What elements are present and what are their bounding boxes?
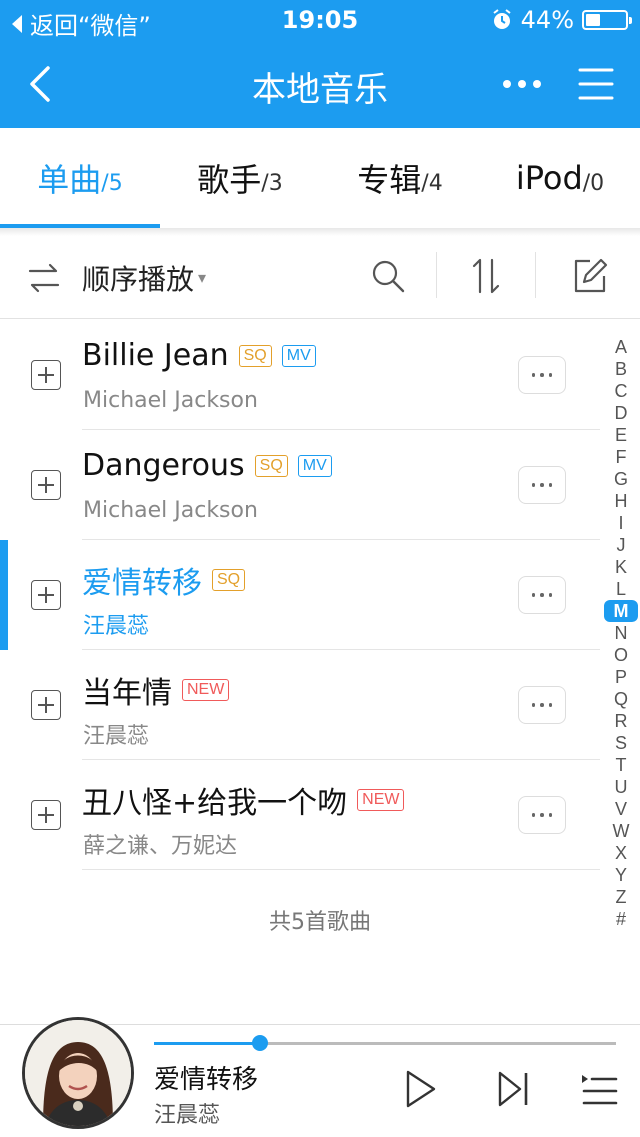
sq-badge: SQ: [254, 454, 288, 477]
song-title: Billie Jean: [82, 338, 229, 373]
index-letter-k[interactable]: K: [604, 556, 638, 578]
mv-badge[interactable]: MV: [297, 454, 332, 477]
index-letter-i[interactable]: I: [604, 512, 638, 534]
next-icon[interactable]: [494, 1069, 534, 1109]
song-title: 当年情: [82, 676, 172, 711]
index-letter-d[interactable]: D: [604, 402, 638, 424]
index-letter-r[interactable]: R: [604, 710, 638, 732]
alarm-icon: [493, 9, 511, 29]
add-icon[interactable]: [31, 360, 61, 390]
add-icon[interactable]: [31, 580, 61, 610]
index-letter-u[interactable]: U: [604, 776, 638, 798]
battery-icon: [582, 10, 632, 30]
tab-bar: 单曲/5 歌手/3 专辑/4 iPod/0: [0, 128, 640, 228]
album-avatar[interactable]: [22, 1017, 134, 1129]
index-letter-q[interactable]: Q: [604, 688, 638, 710]
index-letter-n[interactable]: N: [604, 622, 638, 644]
tab-artists[interactable]: 歌手/3: [160, 128, 320, 228]
tab-ipod[interactable]: iPod/0: [480, 128, 640, 228]
song-artist: 汪晨蕊: [83, 724, 150, 749]
index-letter-b[interactable]: B: [604, 358, 638, 380]
index-letter-p[interactable]: P: [604, 666, 638, 688]
tab-count: /5: [101, 170, 123, 196]
song-artist: Michael Jackson: [83, 388, 258, 413]
song-count-label: 共5首歌曲: [269, 910, 371, 935]
list-toolbar: 顺序播放 ▾: [0, 236, 640, 319]
tab-label: 歌手: [197, 161, 262, 199]
tab-count: /3: [261, 170, 283, 196]
playlist-icon[interactable]: [580, 1069, 620, 1109]
song-row-billie-jean[interactable]: Billie Jean SQ MV Michael Jackson: [0, 320, 600, 430]
index-letter-w[interactable]: W: [604, 820, 638, 842]
tab-label: 单曲: [37, 161, 102, 199]
index-letter-y[interactable]: Y: [604, 864, 638, 886]
index-letter-f[interactable]: F: [604, 446, 638, 468]
play-mode-label[interactable]: 顺序播放: [82, 258, 194, 298]
mini-player[interactable]: 爱情转移 汪晨蕊: [0, 1017, 640, 1137]
battery-percentage: 44%: [520, 6, 574, 34]
index-letter-m[interactable]: M: [604, 600, 638, 622]
sort-icon[interactable]: [466, 256, 506, 296]
song-row-choubaguai[interactable]: 丑八怪+给我一个吻 NEW 薛之谦、万妮达: [0, 760, 600, 870]
tab-albums[interactable]: 专辑/4: [320, 128, 480, 228]
tab-count: /0: [582, 170, 605, 196]
song-row-dangnian-qing[interactable]: 当年情 NEW 汪晨蕊: [0, 650, 600, 760]
song-title: Dangerous: [82, 448, 245, 483]
song-artist: Michael Jackson: [83, 498, 258, 523]
add-icon[interactable]: [31, 470, 61, 500]
song-artist: 汪晨蕊: [83, 614, 150, 639]
progress-knob[interactable]: [252, 1035, 269, 1051]
nav-bar: 本地音乐: [0, 40, 640, 128]
add-icon[interactable]: [31, 800, 61, 830]
play-icon[interactable]: [400, 1069, 440, 1109]
index-letter-h[interactable]: H: [604, 490, 638, 512]
tab-label: iPod: [515, 159, 583, 197]
song-row-dangerous[interactable]: Dangerous SQ MV Michael Jackson: [0, 430, 600, 540]
more-dots-icon[interactable]: [498, 64, 546, 104]
alphabet-index[interactable]: A B C D E F G H I J K L M N O P Q R S T U V W X Y Z #: [604, 336, 638, 932]
add-icon[interactable]: [31, 690, 61, 720]
search-icon[interactable]: [368, 256, 408, 296]
index-letter-g[interactable]: G: [604, 468, 638, 490]
index-letter-t[interactable]: T: [604, 754, 638, 776]
index-letter-a[interactable]: A: [604, 336, 638, 358]
index-letter-l[interactable]: L: [604, 578, 638, 600]
progress-bar[interactable]: [154, 1035, 616, 1051]
song-row-aiqing-zhuanyi[interactable]: 爱情转移 SQ 汪晨蕊: [0, 540, 600, 650]
artist-photo: [25, 1020, 131, 1126]
more-options-icon[interactable]: [518, 796, 566, 834]
more-options-icon[interactable]: [518, 356, 566, 394]
sequential-play-icon[interactable]: [26, 260, 62, 296]
song-title: 丑八怪+给我一个吻: [82, 786, 348, 821]
tabs-shadow: [0, 228, 640, 236]
now-playing-artist: 汪晨蕊: [154, 1103, 221, 1128]
mv-badge[interactable]: MV: [281, 344, 316, 367]
sq-badge: SQ: [238, 344, 272, 367]
tab-songs[interactable]: 单曲/5: [0, 128, 160, 228]
more-options-icon[interactable]: [518, 576, 566, 614]
index-letter-e[interactable]: E: [604, 424, 638, 446]
new-badge: NEW: [357, 789, 405, 811]
tab-label: 专辑: [357, 161, 422, 199]
index-letter-v[interactable]: V: [604, 798, 638, 820]
new-badge: NEW: [182, 679, 230, 701]
more-options-icon[interactable]: [518, 466, 566, 504]
song-artist: 薛之谦、万妮达: [83, 834, 238, 859]
edit-icon[interactable]: [570, 256, 610, 296]
index-letter-j[interactable]: J: [604, 534, 638, 556]
index-letter-c[interactable]: C: [604, 380, 638, 402]
song-title: 爱情转移: [82, 566, 202, 601]
sq-badge: SQ: [212, 569, 246, 591]
progress-fill: [154, 1042, 261, 1045]
index-letter-x[interactable]: X: [604, 842, 638, 864]
menu-icon[interactable]: [576, 64, 616, 104]
index-letter-o[interactable]: O: [604, 644, 638, 666]
now-playing-title: 爱情转移: [154, 1065, 259, 1095]
index-letter-s[interactable]: S: [604, 732, 638, 754]
chevron-down-icon[interactable]: ▾: [198, 268, 206, 287]
tab-count: /4: [421, 170, 443, 196]
more-options-icon[interactable]: [518, 686, 566, 724]
battery-fill: [586, 14, 601, 26]
status-bar: 返回“微信” 19:05 44%: [0, 0, 640, 40]
